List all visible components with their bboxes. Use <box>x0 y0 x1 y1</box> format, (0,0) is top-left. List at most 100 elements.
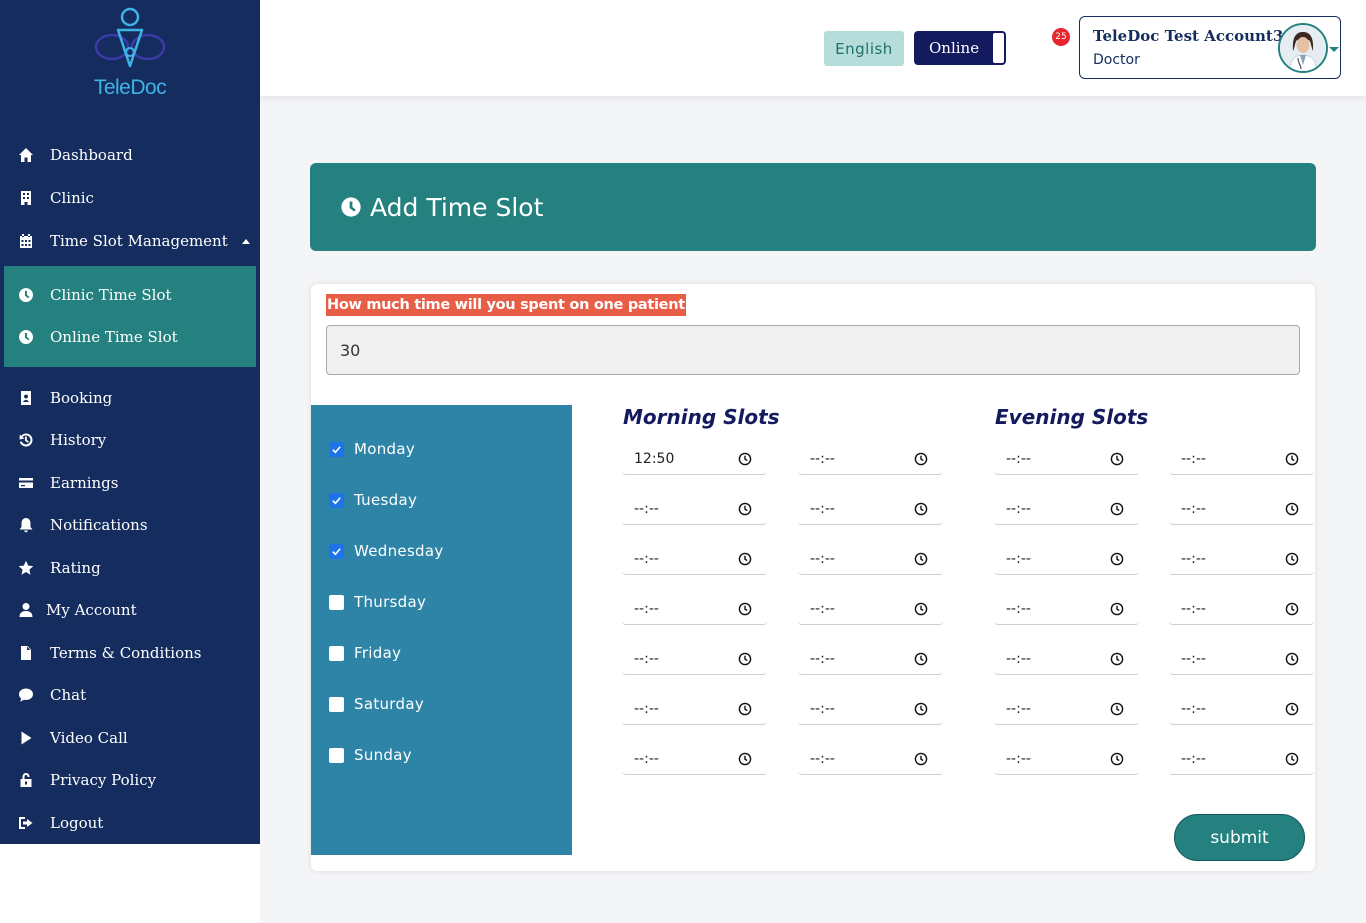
morning-slots-heading: Morning Slots <box>623 405 780 429</box>
clock-icon[interactable] <box>914 552 928 566</box>
calendar-icon <box>16 231 36 251</box>
time-input-morning-start[interactable]: 12:50 <box>622 443 767 475</box>
time-input-morning-end[interactable]: --:-- <box>798 743 943 775</box>
time-input-morning-start[interactable]: --:-- <box>622 693 767 725</box>
clock-icon[interactable] <box>738 752 752 766</box>
sidebar-item-video-call[interactable]: Video Call <box>0 723 128 753</box>
clock-icon[interactable] <box>1285 552 1299 566</box>
file-icon <box>16 643 36 663</box>
day-checkbox-sunday[interactable]: Sunday <box>329 744 412 766</box>
clock-icon[interactable] <box>914 602 928 616</box>
clock-icon[interactable] <box>914 752 928 766</box>
time-input-evening-start[interactable]: --:-- <box>994 693 1139 725</box>
sidebar-item-notifications[interactable]: Notifications <box>0 510 148 540</box>
clock-icon[interactable] <box>1110 652 1124 666</box>
time-input-morning-start[interactable]: --:-- <box>622 543 767 575</box>
time-input-evening-end[interactable]: --:-- <box>1169 493 1314 525</box>
sidebar-item-history[interactable]: History <box>0 425 106 455</box>
sign-out-icon <box>16 813 36 833</box>
clock-icon[interactable] <box>1285 502 1299 516</box>
sidebar-item-label: Terms & Conditions <box>50 644 202 662</box>
online-status-toggle[interactable]: Online <box>914 31 1006 65</box>
sidebar-item-label: Time Slot Management <box>50 232 228 250</box>
time-input-evening-start[interactable]: --:-- <box>994 493 1139 525</box>
time-input-evening-end[interactable]: --:-- <box>1169 593 1314 625</box>
profile-dropdown[interactable]: TeleDoc Test Account3 Doctor <box>1079 16 1341 79</box>
day-checkbox-monday[interactable]: Monday <box>329 438 415 460</box>
time-input-evening-end[interactable]: --:-- <box>1169 543 1314 575</box>
time-input-evening-end[interactable]: --:-- <box>1169 693 1314 725</box>
day-label: Saturday <box>354 695 424 713</box>
sidebar-item-rating[interactable]: Rating <box>0 553 101 583</box>
time-input-morning-start[interactable]: --:-- <box>622 743 767 775</box>
clock-icon[interactable] <box>914 702 928 716</box>
sidebar-item-label: Clinic Time Slot <box>50 286 172 304</box>
submit-button[interactable]: submit <box>1174 814 1305 861</box>
time-input-evening-end[interactable]: --:-- <box>1169 743 1314 775</box>
time-input-evening-end[interactable]: --:-- <box>1169 443 1314 475</box>
clock-icon[interactable] <box>738 602 752 616</box>
time-input-evening-start[interactable]: --:-- <box>994 443 1139 475</box>
clock-icon[interactable] <box>1285 752 1299 766</box>
sidebar-item-clinic[interactable]: Clinic <box>0 183 94 213</box>
clock-icon[interactable] <box>738 552 752 566</box>
clock-icon <box>16 327 36 347</box>
clock-icon[interactable] <box>1110 702 1124 716</box>
time-input-evening-start[interactable]: --:-- <box>994 643 1139 675</box>
clock-icon[interactable] <box>1110 552 1124 566</box>
time-input-morning-start[interactable]: --:-- <box>622 643 767 675</box>
time-input-evening-start[interactable]: --:-- <box>994 593 1139 625</box>
sidebar-item-terms[interactable]: Terms & Conditions <box>0 638 201 668</box>
sidebar-item-dashboard[interactable]: Dashboard <box>0 140 133 170</box>
evening-slots-heading: Evening Slots <box>995 405 1149 429</box>
clock-icon[interactable] <box>914 452 928 466</box>
clock-icon[interactable] <box>1110 602 1124 616</box>
time-per-patient-input[interactable] <box>326 325 1300 375</box>
day-checkbox-saturday[interactable]: Saturday <box>329 693 424 715</box>
time-input-evening-start[interactable]: --:-- <box>994 543 1139 575</box>
logo-icon <box>94 7 166 68</box>
time-input-morning-end[interactable]: --:-- <box>798 543 943 575</box>
time-input-evening-start[interactable]: --:-- <box>994 743 1139 775</box>
sidebar-item-logout[interactable]: Logout <box>0 808 103 838</box>
clock-icon[interactable] <box>914 652 928 666</box>
notification-count-badge[interactable]: 25 <box>1052 28 1070 46</box>
sidebar-item-chat[interactable]: Chat <box>0 680 86 710</box>
clock-icon[interactable] <box>1285 602 1299 616</box>
sidebar-item-privacy-policy[interactable]: Privacy Policy <box>0 765 156 795</box>
sidebar-item-online-time-slot[interactable]: Online Time Slot <box>0 322 178 352</box>
day-checkbox-friday[interactable]: Friday <box>329 642 401 664</box>
chevron-down-icon <box>1329 47 1339 52</box>
clock-icon[interactable] <box>738 502 752 516</box>
sidebar-item-clinic-time-slot[interactable]: Clinic Time Slot <box>0 280 172 310</box>
sidebar-item-my-account[interactable]: My Account <box>0 595 137 625</box>
clock-icon[interactable] <box>1285 452 1299 466</box>
clock-icon[interactable] <box>1110 752 1124 766</box>
day-checkbox-tuesday[interactable]: Tuesday <box>329 489 417 511</box>
time-input-morning-end[interactable]: --:-- <box>798 493 943 525</box>
clock-icon[interactable] <box>1285 652 1299 666</box>
time-input-evening-end[interactable]: --:-- <box>1169 643 1314 675</box>
time-input-morning-end[interactable]: --:-- <box>798 643 943 675</box>
sidebar-item-earnings[interactable]: Earnings <box>0 468 118 498</box>
clock-icon[interactable] <box>914 502 928 516</box>
time-value: --:-- <box>634 550 659 567</box>
time-input-morning-end[interactable]: --:-- <box>798 443 943 475</box>
time-input-morning-start[interactable]: --:-- <box>622 593 767 625</box>
teledoc-logo[interactable]: TeleDoc <box>90 6 170 99</box>
sidebar-item-time-slot-management[interactable]: Time Slot Management <box>0 226 250 256</box>
time-value: --:-- <box>810 500 835 517</box>
clock-icon[interactable] <box>738 702 752 716</box>
clock-icon[interactable] <box>1285 702 1299 716</box>
day-checkbox-wednesday[interactable]: Wednesday <box>329 540 444 562</box>
clock-icon[interactable] <box>738 452 752 466</box>
clock-icon[interactable] <box>1110 502 1124 516</box>
language-button[interactable]: English <box>824 31 904 66</box>
clock-icon[interactable] <box>1110 452 1124 466</box>
sidebar-item-booking[interactable]: Booking <box>0 383 112 413</box>
time-input-morning-end[interactable]: --:-- <box>798 593 943 625</box>
time-input-morning-start[interactable]: --:-- <box>622 493 767 525</box>
time-input-morning-end[interactable]: --:-- <box>798 693 943 725</box>
day-checkbox-thursday[interactable]: Thursday <box>329 591 426 613</box>
clock-icon[interactable] <box>738 652 752 666</box>
